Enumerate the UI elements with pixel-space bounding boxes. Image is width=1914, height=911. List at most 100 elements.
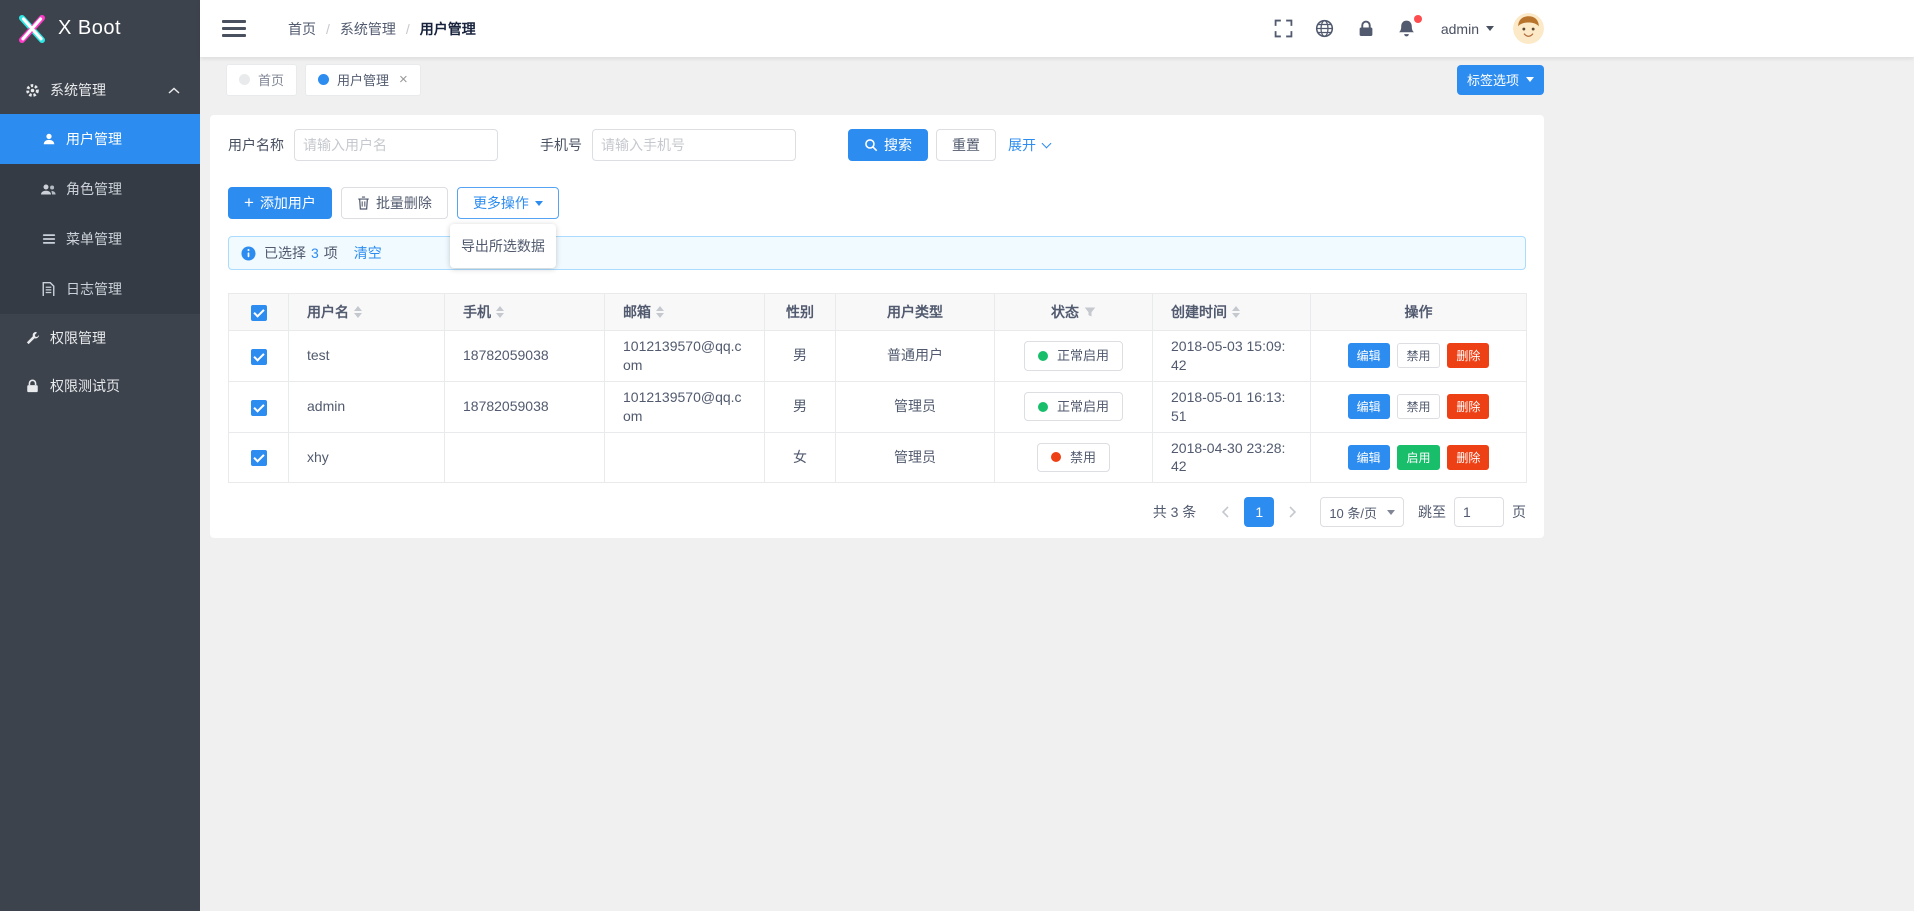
cell-phone: 18782059038 (445, 381, 605, 432)
avatar[interactable] (1513, 13, 1544, 44)
sidebar-submenu: 用户管理 角色管理 菜单管理 (0, 114, 200, 314)
filter-funnel-icon[interactable] (1084, 306, 1096, 318)
add-user-button[interactable]: + 添加用户 (228, 187, 332, 219)
delete-button[interactable]: 删除 (1447, 445, 1489, 470)
col-header-actions: 操作 (1405, 304, 1433, 320)
row-checkbox[interactable] (251, 349, 267, 365)
sort-icon[interactable] (656, 306, 664, 318)
add-user-label: 添加用户 (260, 193, 316, 213)
cell-created: 2018-05-03 15:09:42 (1153, 331, 1311, 382)
breadcrumb-current: 用户管理 (420, 19, 476, 39)
row-checkbox[interactable] (251, 450, 267, 466)
phone-field-label: 手机号 (540, 135, 582, 155)
disable-button[interactable]: 禁用 (1397, 394, 1439, 419)
cell-gender: 男 (765, 331, 836, 382)
username-label: admin (1441, 21, 1479, 37)
cell-phone: 18782059038 (445, 331, 605, 382)
breadcrumb: 首页 系统管理 用户管理 (288, 19, 476, 39)
cell-username: xhy (289, 432, 445, 483)
user-management-card: 用户名称 手机号 搜索 重置 展开 (210, 115, 1544, 538)
tab-home[interactable]: 首页 (226, 64, 297, 96)
sidebar: X Boot 系统管理 用户管理 (0, 0, 200, 911)
chevron-down-icon (1387, 510, 1395, 515)
reset-button-label: 重置 (952, 135, 980, 155)
sidebar-group-system[interactable]: 系统管理 (0, 66, 200, 114)
tab-dot-icon (239, 74, 250, 85)
next-page-button[interactable] (1278, 497, 1308, 527)
fullscreen-icon[interactable] (1273, 18, 1295, 40)
more-actions-label: 更多操作 (473, 193, 529, 213)
expand-link-label: 展开 (1008, 135, 1036, 155)
col-header-username: 用户名 (307, 302, 349, 322)
sidebar-item-menu-management[interactable]: 菜单管理 (0, 214, 200, 264)
page-number-button[interactable]: 1 (1244, 497, 1274, 527)
cell-user-type: 管理员 (836, 432, 995, 483)
breadcrumb-home[interactable]: 首页 (288, 19, 316, 39)
search-button[interactable]: 搜索 (848, 129, 928, 161)
cell-username: test (289, 331, 445, 382)
lock-screen-icon[interactable] (1355, 18, 1377, 40)
sort-icon[interactable] (1232, 306, 1240, 318)
sidebar-item-permission-management[interactable]: 权限管理 (0, 314, 200, 362)
notification-badge-dot (1414, 15, 1422, 23)
selection-text-prefix: 已选择 (264, 243, 306, 263)
enable-button[interactable]: 启用 (1397, 445, 1439, 470)
tab-label: 首页 (258, 70, 284, 89)
jump-to-label: 跳至 (1418, 502, 1446, 522)
cell-created: 2018-04-30 23:28:42 (1153, 432, 1311, 483)
sidebar-group-label: 系统管理 (50, 80, 168, 100)
page-size-select[interactable]: 10 条/页 (1320, 497, 1404, 527)
jump-page-input[interactable] (1454, 497, 1504, 527)
prev-page-button[interactable] (1210, 497, 1240, 527)
delete-button[interactable]: 删除 (1447, 343, 1489, 368)
sidebar-item-log-management[interactable]: 日志管理 (0, 264, 200, 314)
sidebar-item-permission-test[interactable]: 权限测试页 (0, 362, 200, 410)
toolbar: + 添加用户 批量删除 更多操作 (228, 187, 1526, 219)
hamburger-menu-icon[interactable] (222, 20, 246, 37)
row-checkbox[interactable] (251, 400, 267, 416)
edit-button[interactable]: 编辑 (1348, 394, 1390, 419)
status-dot-icon (1038, 351, 1048, 361)
sort-icon[interactable] (354, 306, 362, 318)
edit-button[interactable]: 编辑 (1348, 445, 1390, 470)
bell-notification-icon[interactable] (1396, 18, 1418, 40)
chevron-down-icon (1486, 26, 1494, 31)
breadcrumb-separator (396, 21, 420, 37)
globe-language-icon[interactable] (1314, 18, 1336, 40)
sidebar-item-role-management[interactable]: 角色管理 (0, 164, 200, 214)
reset-button[interactable]: 重置 (936, 129, 996, 161)
breadcrumb-system[interactable]: 系统管理 (340, 19, 396, 39)
batch-delete-button[interactable]: 批量删除 (341, 187, 448, 219)
more-actions-dropdown: 导出所选数据 (450, 224, 556, 268)
cell-gender: 女 (765, 432, 836, 483)
user-menu[interactable]: admin (1441, 21, 1494, 37)
username-search-input[interactable] (294, 129, 498, 161)
phone-search-input[interactable] (592, 129, 796, 161)
select-all-checkbox[interactable] (251, 305, 267, 321)
edit-button[interactable]: 编辑 (1348, 343, 1390, 368)
more-actions-button[interactable]: 更多操作 (457, 187, 559, 219)
disable-button[interactable]: 禁用 (1397, 343, 1439, 368)
page-size-value: 10 条/页 (1329, 503, 1377, 522)
clear-selection-link[interactable]: 清空 (354, 243, 382, 263)
header: 首页 系统管理 用户管理 (200, 0, 1914, 57)
col-header-created: 创建时间 (1171, 302, 1227, 322)
search-form: 用户名称 手机号 搜索 重置 展开 (228, 129, 1526, 161)
export-selected-item[interactable]: 导出所选数据 (450, 229, 556, 263)
delete-button[interactable]: 删除 (1447, 394, 1489, 419)
sidebar-item-label: 菜单管理 (66, 229, 122, 249)
tab-user-management[interactable]: 用户管理 × (305, 64, 421, 96)
brand-logo[interactable]: X Boot (0, 0, 200, 57)
expand-link[interactable]: 展开 (1008, 135, 1050, 155)
document-icon (40, 282, 57, 296)
x-logo-icon (16, 13, 48, 45)
search-button-label: 搜索 (884, 135, 912, 155)
tag-options-button[interactable]: 标签选项 (1457, 65, 1544, 95)
sidebar-item-label: 权限测试页 (50, 376, 120, 396)
sidebar-item-user-management[interactable]: 用户管理 (0, 114, 200, 164)
close-icon[interactable]: × (399, 72, 408, 87)
selection-alert: 已选择 3 项 清空 (228, 236, 1526, 270)
sidebar-item-label: 角色管理 (66, 179, 122, 199)
menu-list-icon (40, 232, 57, 246)
sort-icon[interactable] (496, 306, 504, 318)
